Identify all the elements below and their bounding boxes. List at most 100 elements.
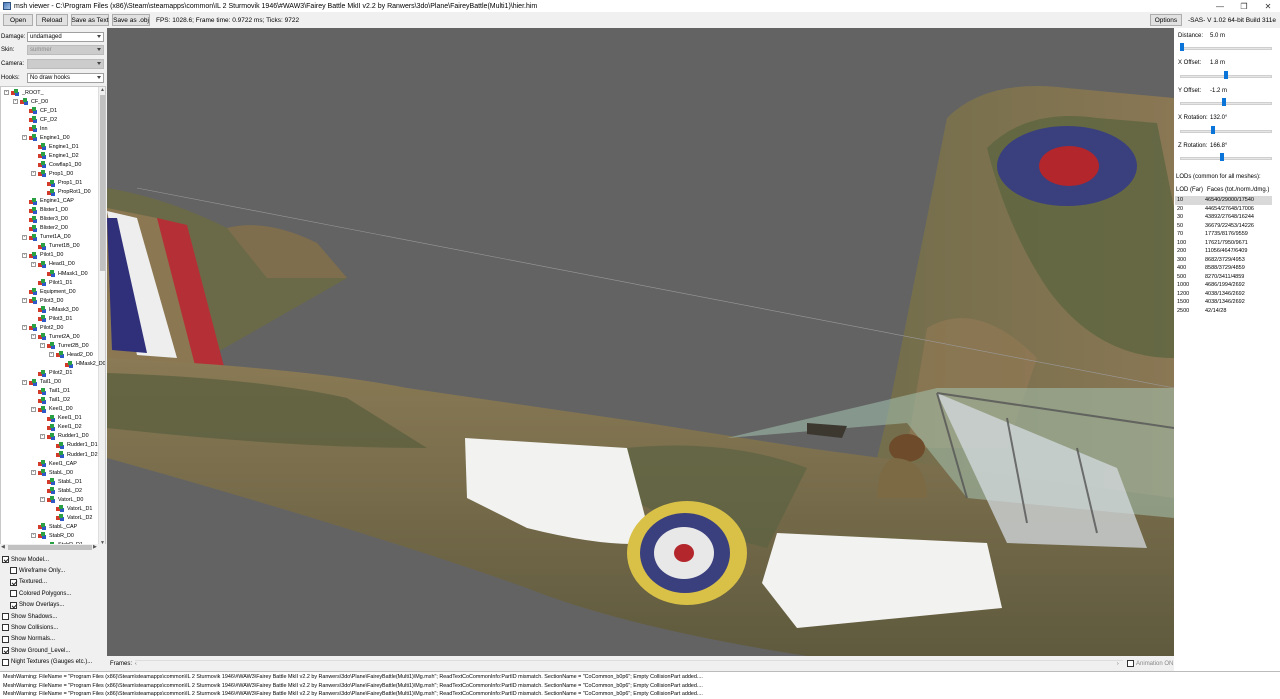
tree-node[interactable]: VatorL_D1 (49, 504, 92, 513)
camera-slider[interactable]: Z Rotation: 166.8° (1178, 141, 1276, 168)
lod-row[interactable]: 50 36679/22453/14226 (1175, 222, 1272, 231)
open-button[interactable]: Open (3, 14, 33, 26)
tree-node[interactable]: Engine1_D2 (31, 151, 79, 160)
lod-row[interactable]: 20 44654/27648/17006 (1175, 205, 1272, 214)
frames-left-icon[interactable]: ‹ (135, 661, 137, 667)
lod-row[interactable]: 200 11056/4647/6409 (1175, 247, 1272, 256)
frames-slider[interactable]: ‹ › (135, 660, 1124, 667)
tree-node[interactable]: Blister1_D0 (22, 206, 68, 215)
tree-node[interactable]: - Turret2A_D0 (31, 332, 80, 341)
tree-node[interactable]: Pilot1_D1 (31, 278, 72, 287)
slider-thumb[interactable] (1222, 98, 1227, 106)
tree-collapse-icon[interactable]: - (31, 406, 36, 412)
lod-row[interactable]: 1200 4038/1346/2692 (1175, 290, 1272, 299)
tree-node[interactable]: - StabL_D0 (31, 468, 73, 477)
slider-track[interactable] (1180, 129, 1272, 133)
lod-row[interactable]: 1000 4686/1994/2692 (1175, 281, 1272, 290)
tree-node[interactable]: StabL_D1 (40, 477, 82, 486)
maximize-icon[interactable]: ❐ (1232, 0, 1256, 12)
camera-slider[interactable]: X Offset: 1.8 m (1178, 59, 1276, 86)
tree-node[interactable]: StabL_D2 (40, 486, 82, 495)
option-checkbox-row[interactable]: Show Ground_Level... (2, 645, 70, 656)
animation-checkbox[interactable] (1127, 660, 1135, 667)
tree-collapse-icon[interactable]: - (4, 90, 9, 95)
tree-hscroll-thumb[interactable] (8, 545, 92, 550)
tree-collapse-icon[interactable]: - (22, 252, 27, 258)
scroll-left-icon[interactable]: ◀ (1, 544, 5, 550)
reload-button[interactable]: Reload (36, 14, 68, 26)
option-checkbox-row[interactable]: Wireframe Only... (10, 565, 65, 576)
tree-collapse-icon[interactable]: - (40, 343, 45, 349)
tree-node[interactable]: HMask2_D0 (58, 360, 105, 369)
tree-node[interactable]: - Turret2B_D0 (40, 341, 89, 350)
tree-collapse-icon[interactable]: - (40, 497, 45, 503)
tree-node[interactable]: Pilot2_D1 (31, 369, 72, 378)
tree-node[interactable]: Blister2_D0 (22, 224, 68, 233)
lod-row[interactable]: 2500 42/14/28 (1175, 307, 1272, 316)
tree-node[interactable]: - VatorL_D0 (40, 495, 83, 504)
tree-node[interactable]: HMask1_D0 (40, 269, 88, 278)
lod-row[interactable]: 500 8270/3411/4859 (1175, 273, 1272, 282)
tree-collapse-icon[interactable]: - (22, 298, 27, 304)
tree-node[interactable]: CF_D1 (22, 106, 57, 115)
tree-collapse-icon[interactable]: - (31, 334, 36, 340)
tree-node[interactable]: - Tail1_D0 (22, 378, 61, 387)
tree-node[interactable]: Cowflap1_D0 (31, 160, 81, 169)
hooks-select[interactable]: No draw hooks (27, 72, 104, 83)
tree-node[interactable]: Tail1_D2 (31, 396, 70, 405)
tree-collapse-icon[interactable]: - (22, 234, 27, 240)
tree-node[interactable]: - _ROOT_ (4, 88, 44, 97)
save-as-text-button[interactable]: Save as Text (71, 14, 109, 26)
tree-node[interactable]: - Engine1_D0 (22, 133, 70, 142)
tree-vertical-scrollbar[interactable]: ▲ ▼ (98, 87, 105, 548)
slider-track[interactable] (1180, 157, 1272, 160)
checkbox[interactable] (2, 658, 9, 666)
tree-node[interactable]: HMask3_D0 (31, 305, 79, 314)
tree-node[interactable]: Blister3_D0 (22, 215, 68, 224)
tree-collapse-icon[interactable]: - (31, 533, 36, 539)
tree-node[interactable]: Keel1_D1 (40, 414, 82, 423)
option-checkbox-row[interactable]: Textured... (10, 577, 47, 588)
tree-collapse-icon[interactable]: - (22, 379, 27, 385)
tree-node[interactable]: - Pilot3_D0 (22, 296, 63, 305)
lod-row[interactable]: 1500 4038/1346/2692 (1175, 298, 1272, 307)
option-checkbox-row[interactable]: Night Textures (Gauges etc.)... (2, 657, 92, 668)
option-checkbox-row[interactable]: Show Collisions... (2, 622, 58, 633)
checkbox[interactable] (2, 556, 9, 563)
tree-node[interactable]: Rudder1_D1 (49, 441, 98, 450)
tree-node[interactable]: - Pilot2_D0 (22, 323, 63, 332)
tree-node[interactable]: Equipment_D0 (22, 287, 76, 296)
tree-node[interactable]: Keel1_CAP (31, 459, 77, 468)
tree-collapse-icon[interactable]: - (31, 261, 36, 267)
tree-collapse-icon[interactable]: - (22, 325, 27, 331)
lod-row[interactable]: 400 8588/3729/4859 (1175, 264, 1272, 273)
slider-thumb[interactable] (1180, 43, 1184, 51)
tree-node[interactable]: Pilot3_D1 (31, 314, 72, 323)
tree-node[interactable]: - Turret1A_D0 (22, 233, 71, 242)
tree-node[interactable]: - CF_D0 (13, 97, 48, 106)
lod-row[interactable]: 30 43892/27648/16244 (1175, 213, 1272, 222)
camera-select[interactable] (27, 58, 104, 69)
close-icon[interactable]: ✕ (1256, 0, 1280, 12)
slider-thumb[interactable] (1219, 153, 1224, 161)
tree-collapse-icon[interactable]: - (31, 171, 36, 177)
lod-row[interactable]: 300 8682/3729/4953 (1175, 256, 1272, 265)
lod-row[interactable]: 100 17621/7950/9671 (1175, 239, 1272, 248)
scroll-right-icon[interactable]: ▶ (93, 544, 97, 550)
tree-node[interactable]: - StabR_D0 (31, 531, 74, 540)
tree-collapse-icon[interactable]: - (13, 99, 18, 105)
tree-node[interactable]: VatorL_D2 (49, 513, 92, 522)
3d-viewport[interactable] (107, 28, 1174, 656)
checkbox[interactable] (10, 578, 17, 586)
tree-node[interactable]: Rudder1_D2 (49, 450, 98, 459)
animation-toggle[interactable]: Animation ON (1127, 660, 1173, 667)
lod-row[interactable]: 70 17735/8176/9559 (1175, 230, 1272, 239)
checkbox[interactable] (2, 624, 9, 632)
checkbox[interactable] (2, 635, 9, 643)
tree-scroll-thumb[interactable] (100, 95, 105, 271)
tree-node[interactable]: - Head2_D0 (49, 350, 93, 359)
frames-right-icon[interactable]: › (1117, 661, 1119, 667)
skin-select[interactable]: summer (27, 44, 104, 55)
damage-select[interactable]: undamaged (27, 31, 104, 42)
tree-node[interactable]: CF_D2 (22, 115, 57, 124)
